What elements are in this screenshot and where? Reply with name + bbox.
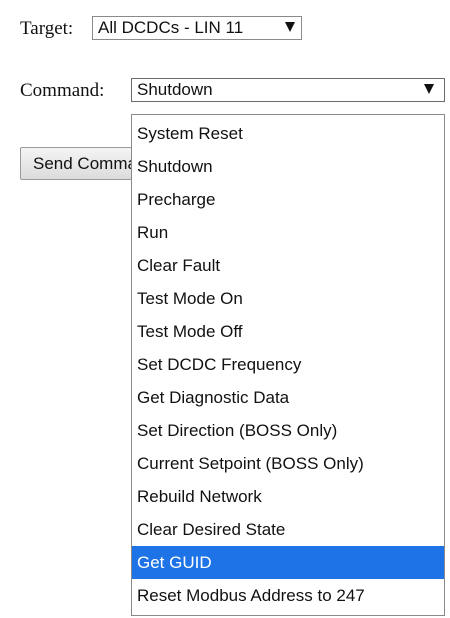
dropdown-option[interactable]: Test Mode On bbox=[132, 282, 444, 315]
dropdown-option[interactable]: Current Setpoint (BOSS Only) bbox=[132, 447, 444, 480]
command-dropdown-list[interactable]: System Reset Shutdown Precharge Run Clea… bbox=[131, 114, 445, 616]
command-label: Command: bbox=[20, 80, 105, 101]
target-select[interactable]: All DCDCs - LIN 11 bbox=[92, 16, 302, 40]
dropdown-option[interactable]: Clear Desired State bbox=[132, 513, 444, 546]
dropdown-option[interactable]: Run bbox=[132, 216, 444, 249]
dropdown-option[interactable]: Shutdown bbox=[132, 150, 444, 183]
target-select-value: All DCDCs - LIN 11 bbox=[98, 18, 244, 37]
dropdown-option[interactable]: Set Direction (BOSS Only) bbox=[132, 414, 444, 447]
dropdown-option[interactable]: Precharge bbox=[132, 183, 444, 216]
chevron-down-icon bbox=[285, 22, 295, 32]
chevron-down-icon bbox=[424, 84, 434, 94]
dropdown-option-highlighted[interactable]: Get GUID bbox=[132, 546, 444, 579]
dropdown-option[interactable]: Set DCDC Frequency bbox=[132, 348, 444, 381]
dropdown-option[interactable]: Clear Fault bbox=[132, 249, 444, 282]
command-page: Target: All DCDCs - LIN 11 Command: Shut… bbox=[0, 0, 450, 618]
target-label: Target: bbox=[20, 18, 74, 39]
dropdown-option[interactable]: System Reset bbox=[132, 117, 444, 150]
dropdown-option[interactable]: Get Diagnostic Data bbox=[132, 381, 444, 414]
dropdown-option[interactable]: Test Mode Off bbox=[132, 315, 444, 348]
command-select[interactable]: Shutdown bbox=[131, 78, 445, 102]
command-select-value: Shutdown bbox=[137, 80, 213, 99]
dropdown-option[interactable]: Rebuild Network bbox=[132, 480, 444, 513]
dropdown-option[interactable]: Reset Modbus Address to 247 bbox=[132, 579, 444, 612]
